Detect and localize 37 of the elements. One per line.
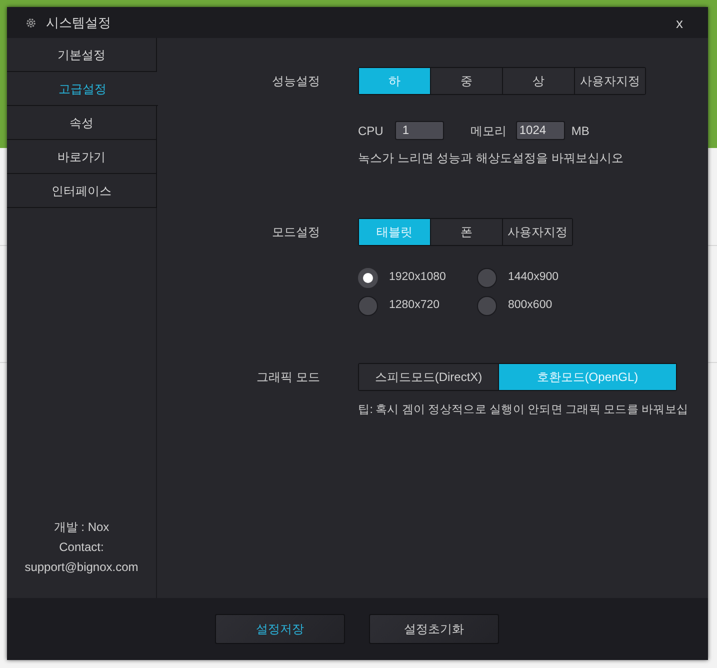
- option-button[interactable]: 스피드모드(DirectX): [359, 364, 498, 390]
- cpu-label: CPU: [358, 122, 384, 140]
- radio-button[interactable]: [477, 296, 497, 316]
- resolution-label: 1920x1080: [389, 270, 446, 286]
- close-button[interactable]: x: [676, 16, 683, 30]
- option-button[interactable]: 폰: [430, 219, 502, 245]
- window-title: 시스템설정: [46, 14, 111, 32]
- developer-info-text: 개발 : Nox: [54, 519, 110, 536]
- radio-button[interactable]: [477, 268, 497, 288]
- unit-label: MB: [571, 122, 590, 140]
- hint-text: 녹스가 느리면 성능과 해상도설정을 바꿔보십시오: [358, 150, 624, 167]
- cpu-field[interactable]: 1: [395, 121, 444, 140]
- tip-text: 팁: 혹시 겜이 정상적으로 실행이 안되면 그래픽 모드를 바꿔보십: [358, 403, 690, 418]
- developer-info-text: Contact:: [59, 539, 104, 556]
- developer-info-text: support@bignox.com: [24, 559, 138, 576]
- section-label: 그래픽 모드: [256, 369, 321, 386]
- option-button[interactable]: 사용자지정: [574, 68, 645, 94]
- resolution-label: 800x600: [508, 298, 552, 314]
- radio-button[interactable]: [358, 268, 378, 288]
- sidebar-tab[interactable]: 속성: [7, 106, 157, 140]
- section-label: 모드설정: [271, 224, 321, 241]
- gear-icon: [25, 16, 37, 28]
- option-button[interactable]: 상: [502, 68, 574, 94]
- resolution-label: 1280x720: [389, 298, 440, 314]
- option-button[interactable]: 중: [430, 68, 502, 94]
- radio-button[interactable]: [358, 296, 378, 316]
- footer-button[interactable]: 설정초기화: [369, 614, 499, 644]
- footer-button[interactable]: 설정저장: [215, 614, 345, 644]
- option-button[interactable]: 사용자지정: [502, 219, 572, 245]
- sidebar-tab[interactable]: 고급설정: [7, 72, 158, 106]
- memory-field[interactable]: 1024: [516, 121, 566, 140]
- resolution-label: 1440x900: [508, 270, 559, 286]
- sidebar-tab[interactable]: 기본설정: [7, 38, 157, 72]
- sidebar-tab[interactable]: 바로가기: [7, 140, 157, 174]
- sidebar-tab[interactable]: 인터페이스: [7, 174, 157, 208]
- memory-label: 메모리: [470, 122, 506, 140]
- section-label: 성능설정: [271, 73, 321, 90]
